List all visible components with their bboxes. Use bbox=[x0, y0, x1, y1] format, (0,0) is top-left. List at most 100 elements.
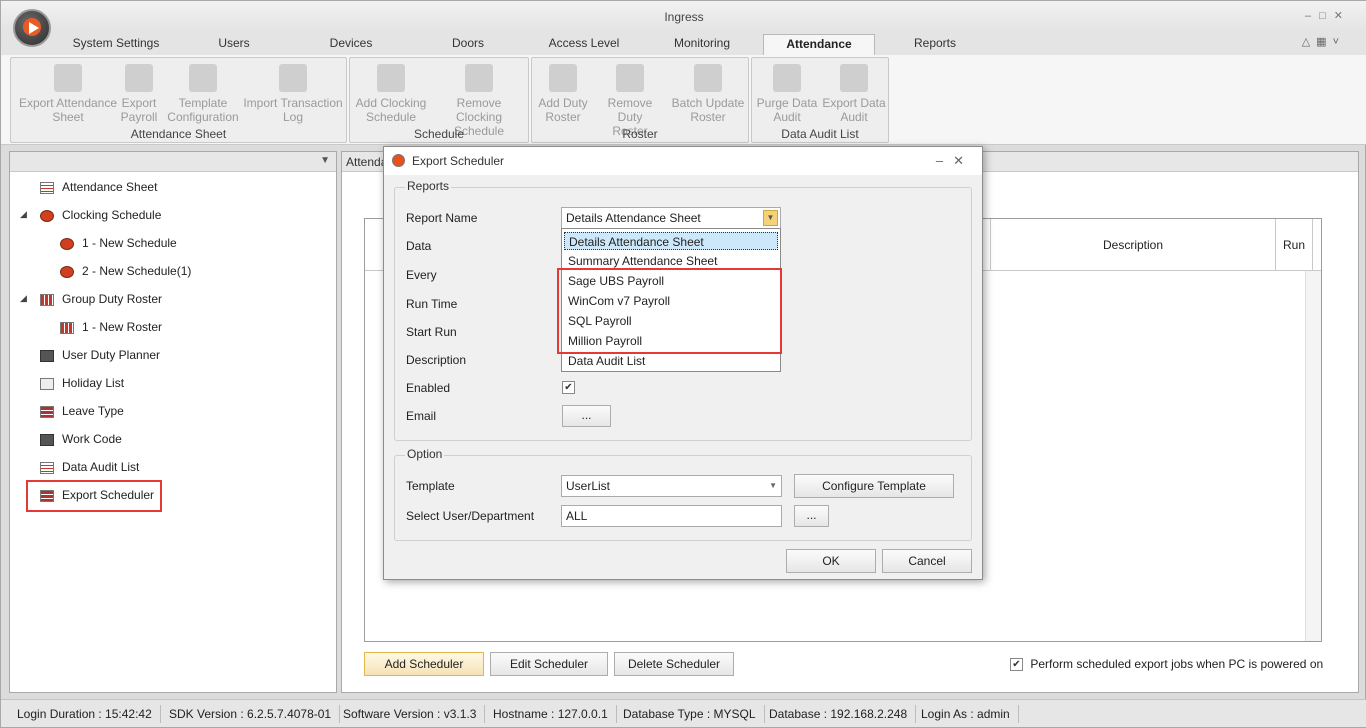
collapse-arrow-icon[interactable]: ◢ bbox=[20, 293, 27, 304]
main-tabs: System Settings Users Devices Doors Acce… bbox=[1, 31, 1366, 55]
tree-item-label: 1 - New Schedule bbox=[82, 236, 177, 250]
tree-item-new-roster[interactable]: 1 - New Roster bbox=[60, 316, 162, 338]
button-label: Log bbox=[282, 110, 304, 124]
app-logo-icon[interactable] bbox=[13, 9, 51, 47]
window-controls[interactable]: –□✕ bbox=[1305, 9, 1351, 22]
tree-item-label: Work Code bbox=[62, 432, 122, 446]
batch-update-roster-button[interactable]: Batch Update Roster bbox=[670, 64, 746, 124]
export-attendance-sheet-button[interactable]: Export Attendance Sheet bbox=[15, 64, 121, 124]
template-dropdown[interactable]: UserList ▼ bbox=[561, 475, 782, 497]
roster-icon bbox=[40, 293, 54, 306]
template-label: Template bbox=[406, 479, 455, 493]
tab-monitoring[interactable]: Monitoring bbox=[661, 34, 743, 55]
sheet-icon bbox=[40, 461, 54, 474]
tree-item-work-code[interactable]: Work Code bbox=[40, 428, 122, 450]
email-button[interactable]: ... bbox=[562, 405, 611, 427]
column-description[interactable]: Description bbox=[990, 219, 1275, 271]
delete-scheduler-button[interactable]: Delete Scheduler bbox=[614, 652, 734, 676]
configure-template-button[interactable]: Configure Template bbox=[794, 474, 954, 498]
tree-item-label: Clocking Schedule bbox=[62, 208, 162, 222]
tree-item-label: Attendance Sheet bbox=[62, 180, 158, 194]
report-name-dropdown[interactable]: Details Attendance Sheet ▼ bbox=[561, 207, 781, 229]
tree-item-label: User Duty Planner bbox=[62, 348, 161, 362]
ribbon-group-label: Data Audit List bbox=[781, 127, 859, 141]
perform-jobs-label: Perform scheduled export jobs when PC is… bbox=[1030, 657, 1324, 671]
list-item[interactable]: Data Audit List bbox=[568, 352, 645, 370]
dialog-controls[interactable]: –✕ bbox=[936, 147, 974, 175]
tree-item-clocking-schedule[interactable]: Clocking Schedule bbox=[40, 204, 161, 226]
tree-item-user-duty-planner[interactable]: User Duty Planner bbox=[40, 344, 160, 366]
tab-devices[interactable]: Devices bbox=[319, 34, 383, 55]
status-sdk-version: SDK Version : 6.2.5.7.4078-01 bbox=[161, 705, 341, 723]
briefcase-icon bbox=[40, 349, 54, 362]
button-label: Remove Duty bbox=[607, 96, 653, 124]
status-database-type: Database Type : MYSQL bbox=[615, 705, 765, 723]
select-user-field[interactable]: ALL bbox=[561, 505, 782, 527]
button-label: Export Attendance bbox=[18, 96, 118, 110]
button-label: Audit bbox=[773, 110, 801, 124]
button-label: Purge Data bbox=[756, 96, 818, 110]
perform-jobs-checkbox[interactable]: ✔ bbox=[1010, 658, 1023, 672]
button-label: Import Transaction bbox=[243, 96, 343, 110]
pin-icon[interactable]: ▼ bbox=[320, 155, 330, 166]
ribbon-group-roster: Add Duty Roster Remove Duty Roster Batch… bbox=[531, 57, 749, 143]
status-bar: Login Duration : 15:42:42 SDK Version : … bbox=[1, 699, 1366, 727]
app-logo-icon bbox=[392, 154, 405, 167]
tab-access-level[interactable]: Access Level bbox=[541, 34, 627, 55]
tree-item-new-schedule-2[interactable]: 2 - New Schedule(1) bbox=[60, 260, 191, 282]
help-icons[interactable]: △▦˅ bbox=[1302, 35, 1345, 48]
template-configuration-button[interactable]: Template Configuration bbox=[165, 64, 241, 124]
add-clocking-schedule-button[interactable]: Add Clocking Schedule bbox=[352, 64, 430, 124]
tree-item-holiday-list[interactable]: Holiday List bbox=[40, 372, 124, 394]
select-user-button[interactable]: ... bbox=[794, 505, 829, 527]
tab-attendance[interactable]: Attendance bbox=[763, 34, 875, 55]
highlight-box bbox=[26, 480, 162, 512]
chevron-down-icon[interactable]: ▼ bbox=[769, 476, 777, 496]
select-user-label: Select User/Department bbox=[406, 509, 535, 523]
purge-data-audit-button[interactable]: Purge Data Audit bbox=[754, 64, 820, 124]
tab-reports[interactable]: Reports bbox=[901, 34, 969, 55]
option-group-label: Option bbox=[405, 447, 445, 461]
vertical-scrollbar[interactable] bbox=[1305, 271, 1321, 641]
add-duty-roster-button[interactable]: Add Duty Roster bbox=[534, 64, 592, 124]
column-run[interactable]: Run bbox=[1275, 219, 1313, 271]
status-login-as: Login As : admin bbox=[913, 705, 1019, 723]
tab-users[interactable]: Users bbox=[201, 34, 267, 55]
button-label: Add Duty bbox=[538, 96, 588, 110]
collapse-arrow-icon[interactable]: ◢ bbox=[20, 209, 27, 220]
tree-item-leave-type[interactable]: Leave Type bbox=[40, 400, 124, 422]
tree-item-attendance-sheet[interactable]: Attendance Sheet bbox=[40, 176, 157, 198]
tab-system-settings[interactable]: System Settings bbox=[61, 34, 171, 55]
template-value: UserList bbox=[566, 479, 611, 493]
status-login-duration: Login Duration : 15:42:42 bbox=[9, 705, 161, 723]
tree-item-data-audit-list[interactable]: Data Audit List bbox=[40, 456, 139, 478]
report-name-value: Details Attendance Sheet bbox=[566, 211, 701, 225]
import-transaction-log-button[interactable]: Import Transaction Log bbox=[241, 64, 345, 124]
export-payroll-button[interactable]: Export Payroll bbox=[117, 64, 161, 124]
button-label: Payroll bbox=[120, 110, 158, 124]
chat-icon bbox=[40, 433, 54, 446]
tree-item-group-duty-roster[interactable]: Group Duty Roster bbox=[40, 288, 162, 310]
option-groupbox: Option bbox=[394, 447, 972, 541]
chevron-down-icon[interactable]: ▼ bbox=[763, 210, 778, 226]
ribbon-group-attendance-sheet: Export Attendance Sheet Export Payroll T… bbox=[10, 57, 347, 143]
button-label: Template bbox=[178, 96, 228, 110]
cancel-button[interactable]: Cancel bbox=[882, 549, 972, 573]
report-name-label: Report Name bbox=[406, 211, 478, 225]
enabled-checkbox[interactable]: ✔ bbox=[562, 381, 575, 394]
button-label: Roster bbox=[545, 110, 581, 124]
status-software-version: Software Version : v3.1.3 bbox=[335, 705, 486, 723]
flipflop-icon bbox=[40, 377, 54, 390]
add-schedule-icon bbox=[377, 64, 405, 92]
button-label: Audit bbox=[840, 110, 868, 124]
ok-button[interactable]: OK bbox=[786, 549, 876, 573]
list-item[interactable]: Details Attendance Sheet bbox=[564, 232, 778, 250]
ribbon-group-data-audit-list: Purge Data Audit Export Data Audit Data … bbox=[751, 57, 889, 143]
tree-item-new-schedule-1[interactable]: 1 - New Schedule bbox=[60, 232, 177, 254]
perform-jobs-option[interactable]: ✔ Perform scheduled export jobs when PC … bbox=[1010, 657, 1324, 672]
tab-doors[interactable]: Doors bbox=[441, 34, 495, 55]
edit-scheduler-button[interactable]: Edit Scheduler bbox=[490, 652, 608, 676]
export-data-audit-button[interactable]: Export Data Audit bbox=[822, 64, 886, 124]
add-scheduler-button[interactable]: Add Scheduler bbox=[364, 652, 484, 676]
panel-header: ▼ bbox=[10, 152, 336, 172]
